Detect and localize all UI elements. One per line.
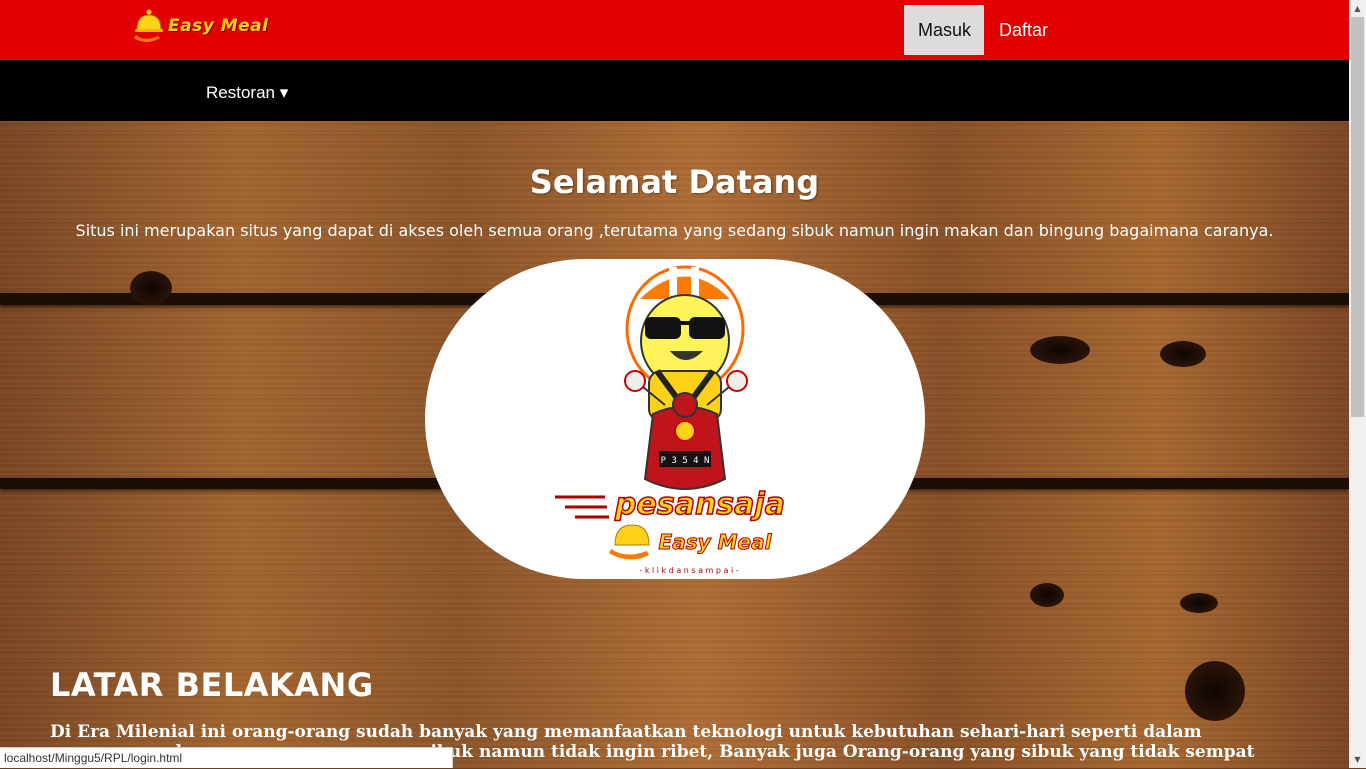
- scroll-up-icon[interactable]: ▲: [1349, 0, 1366, 17]
- background-section-title: LATAR BELAKANG: [50, 666, 374, 704]
- brand-name: Easy Meal: [168, 16, 269, 36]
- wood-knot: [1185, 661, 1245, 721]
- hero-section: Selamat Datang Situs ini merupakan situs…: [0, 121, 1349, 768]
- restaurant-dropdown[interactable]: Restoran ▾: [206, 60, 288, 121]
- tagline-text: pesansaja: [614, 487, 785, 522]
- mascot-logo-card: P 3 5 4 N pesansaja Easy Meal - k l i k …: [425, 259, 925, 579]
- scroll-thumb[interactable]: [1351, 17, 1364, 417]
- cloche-icon: [134, 9, 163, 42]
- login-button[interactable]: Masuk: [904, 5, 984, 55]
- welcome-description: Situs ini merupakan situs yang dapat di …: [75, 221, 1274, 240]
- wood-knot: [1180, 593, 1218, 613]
- register-button[interactable]: Daftar: [985, 5, 1065, 55]
- sub-navigation: Restoran ▾: [0, 60, 1349, 121]
- brand-logo[interactable]: Easy Meal: [134, 6, 268, 46]
- scroll-down-icon[interactable]: ▼: [1349, 751, 1366, 768]
- welcome-title: Selamat Datang: [529, 163, 820, 201]
- vertical-scrollbar[interactable]: ▲ ▼: [1349, 0, 1366, 768]
- wood-knot: [1030, 336, 1090, 364]
- plate-number: P 3 5 4 N: [661, 456, 710, 466]
- logo-slogan: - k l i k d a n s a m p a i -: [639, 566, 738, 575]
- top-header: Easy Meal Masuk Daftar: [0, 0, 1349, 60]
- wood-knot: [1030, 583, 1064, 607]
- delivery-mascot-illustration: P 3 5 4 N pesansaja Easy Meal - k l i k …: [555, 265, 786, 575]
- logo-brand-text: Easy Meal: [659, 530, 773, 554]
- wood-knot: [130, 271, 172, 305]
- link-status-bar: localhost/Minggu5/RPL/login.html: [0, 747, 453, 768]
- wood-knot: [1160, 341, 1206, 367]
